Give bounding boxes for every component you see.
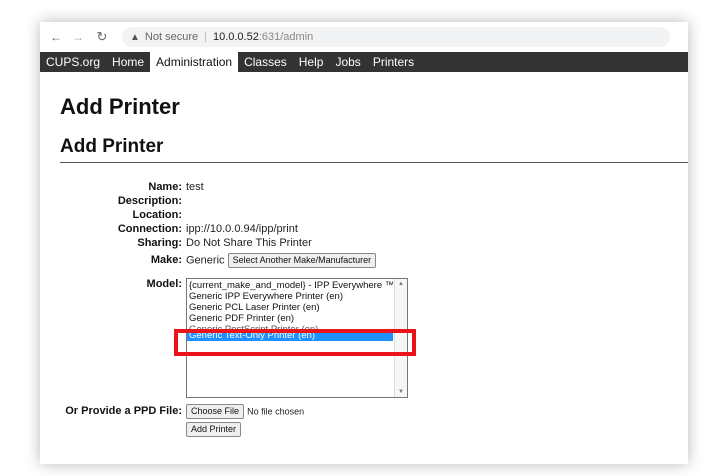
model-label: Model: <box>146 278 182 290</box>
make-label: Make: <box>150 254 182 266</box>
ppd-row: Or Provide a PPD File: Choose File No fi… <box>40 404 688 419</box>
model-option[interactable]: Generic IPP Everywhere Printer (en) <box>187 291 393 302</box>
tab-help[interactable]: Help <box>293 52 330 72</box>
location-row: Location: <box>40 208 688 222</box>
scroll-down-icon[interactable]: ▼ <box>398 389 404 395</box>
address-bar[interactable]: ▲ Not secure | 10.0.0.52:631/admin <box>122 27 670 47</box>
choose-file-button[interactable]: Choose File <box>186 404 245 419</box>
security-status[interactable]: Not secure <box>145 31 198 43</box>
url-divider: | <box>204 31 207 43</box>
location-label: Location: <box>132 209 183 221</box>
name-value: test <box>186 181 204 193</box>
section-title: Add Printer <box>60 136 164 157</box>
no-file-text: No file chosen <box>247 406 305 417</box>
tab-printers[interactable]: Printers <box>367 52 420 72</box>
forward-arrow-icon[interactable]: → <box>70 30 86 44</box>
warning-icon[interactable]: ▲ <box>130 32 140 43</box>
sharing-label: Sharing: <box>137 237 182 249</box>
name-row: Name: test <box>40 180 688 194</box>
ppd-file-input: Choose File No file chosen <box>186 404 304 419</box>
ppd-label: Or Provide a PPD File: <box>65 405 182 417</box>
make-value: Generic <box>186 254 225 267</box>
name-label: Name: <box>148 181 182 193</box>
model-option[interactable]: Generic PDF Printer (en) <box>187 313 393 324</box>
browser-window: ← → ↻ ▲ Not secure | 10.0.0.52:631/admin… <box>40 22 688 464</box>
tab-classes[interactable]: Classes <box>238 52 293 72</box>
description-label: Description: <box>117 195 182 207</box>
sharing-value: Do Not Share This Printer <box>186 237 312 249</box>
tab-administration[interactable]: Administration <box>150 52 239 72</box>
make-row: Make: Generic Select Another Make/Manufa… <box>40 253 688 268</box>
sharing-row: Sharing: Do Not Share This Printer <box>40 236 688 250</box>
browser-toolbar: ← → ↻ ▲ Not secure | 10.0.0.52:631/admin <box>40 22 688 52</box>
page-title: Add Printer <box>60 94 180 119</box>
back-arrow-icon[interactable]: ← <box>48 30 64 44</box>
tab-cups-org[interactable]: CUPS.org <box>40 52 106 72</box>
tab-home[interactable]: Home <box>106 52 150 72</box>
cups-nav-bar: CUPS.org Home Administration Classes Hel… <box>40 52 688 72</box>
tab-jobs[interactable]: Jobs <box>329 52 366 72</box>
model-option[interactable]: {current_make_and_model} - IPP Everywher… <box>187 280 393 291</box>
model-option[interactable]: Generic PCL Laser Printer (en) <box>187 302 393 313</box>
section-divider <box>60 162 688 163</box>
submit-row: Add Printer <box>40 422 688 437</box>
submit-group: Add Printer <box>186 422 242 437</box>
scroll-up-icon[interactable]: ▲ <box>398 281 404 287</box>
highlight-annotation <box>174 329 416 356</box>
make-value-group: Generic Select Another Make/Manufacturer <box>186 253 377 268</box>
description-row: Description: <box>40 194 688 208</box>
url-path[interactable]: :631/admin <box>259 31 313 43</box>
connection-label: Connection: <box>117 223 182 235</box>
add-printer-button[interactable]: Add Printer <box>186 422 242 437</box>
url-host[interactable]: 10.0.0.52 <box>213 31 259 43</box>
connection-value: ipp://10.0.0.94/ipp/print <box>186 223 298 235</box>
connection-row: Connection: ipp://10.0.0.94/ipp/print <box>40 222 688 236</box>
select-another-make-button[interactable]: Select Another Make/Manufacturer <box>227 253 377 268</box>
reload-icon[interactable]: ↻ <box>94 29 110 45</box>
